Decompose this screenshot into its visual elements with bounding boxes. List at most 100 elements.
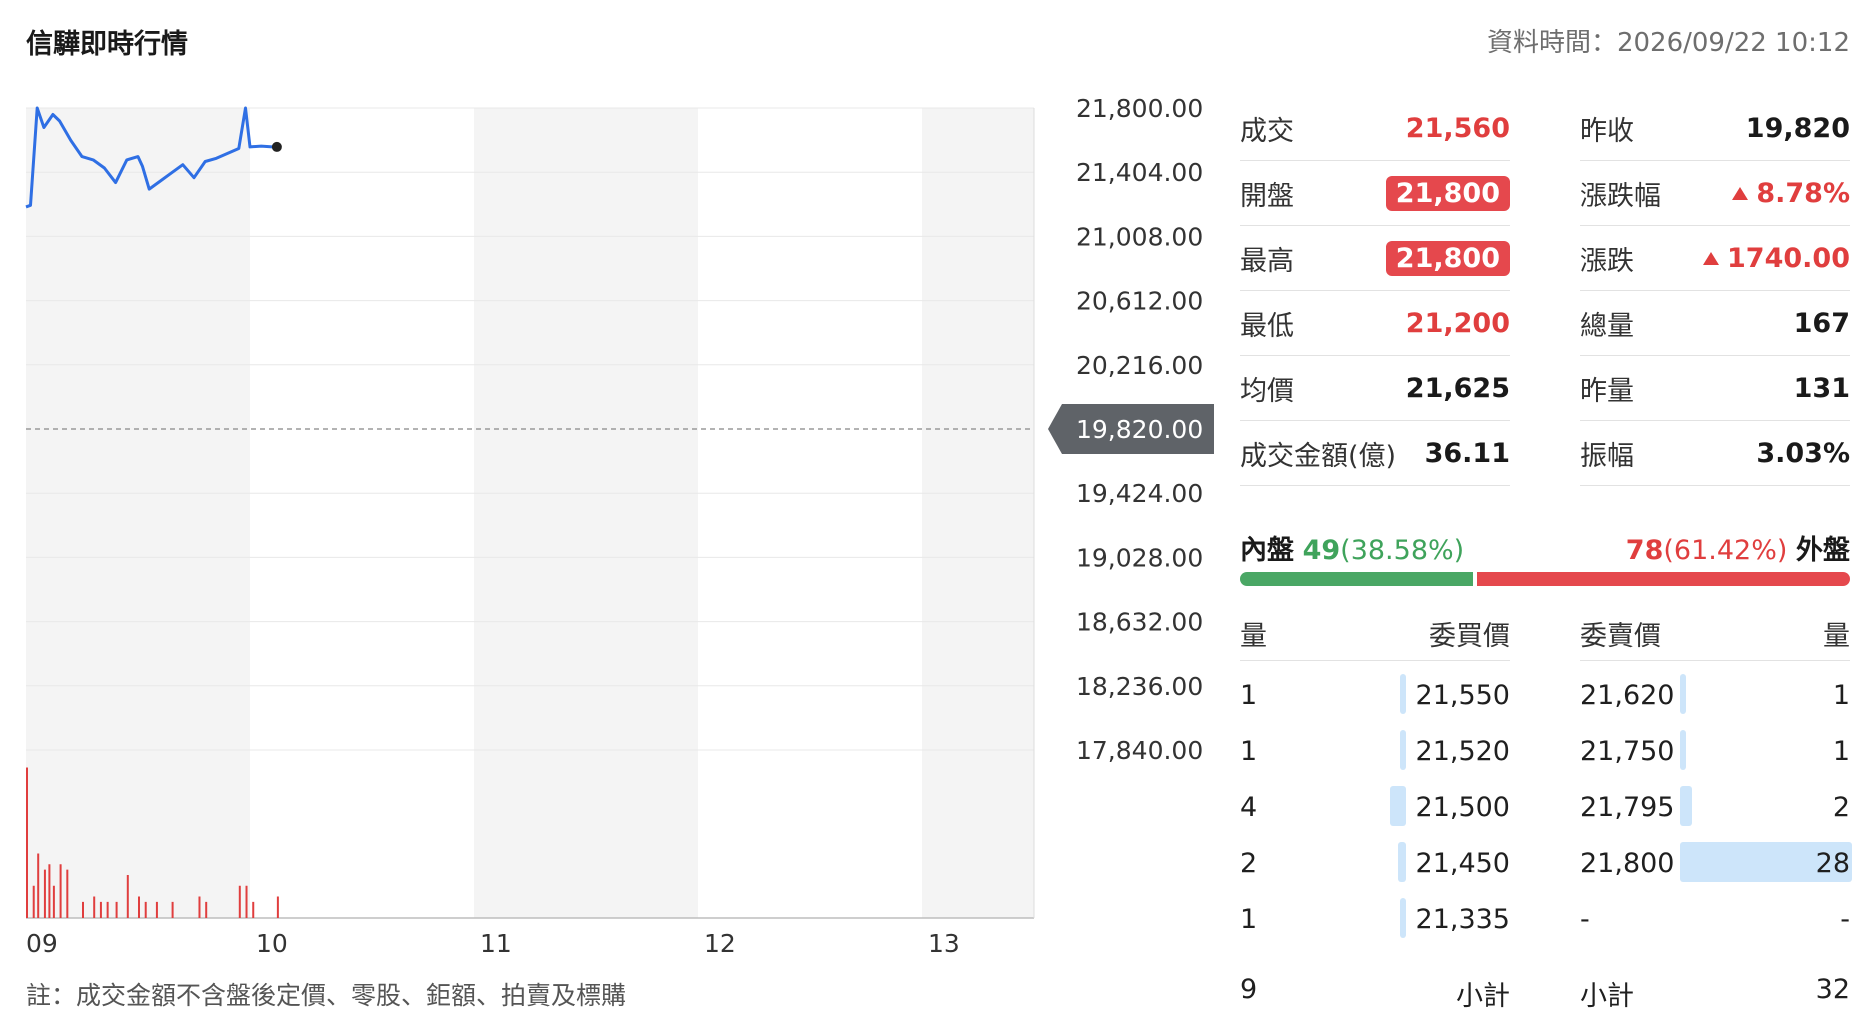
volume-bar <box>43 869 46 918</box>
volume-bar <box>205 901 208 918</box>
sell-qty: 2 <box>1832 792 1850 823</box>
up-triangle-icon <box>1732 186 1749 200</box>
outer-ratio-bar <box>1477 572 1850 586</box>
volume-bar <box>106 901 109 918</box>
quote-value-wrap: 19,820 <box>1746 113 1850 144</box>
y-tick-label: 20,216.00 <box>1076 351 1203 380</box>
quote-label: 漲跌幅 <box>1580 180 1661 212</box>
volume-bar <box>138 896 140 918</box>
inner-volume: 內盤 49(38.58%) <box>1240 528 1464 567</box>
x-tick-label: 11 <box>480 929 512 958</box>
buy-price: 21,500 <box>1415 792 1510 823</box>
buy-volume-bar <box>1390 786 1406 826</box>
sell-volume-bar <box>1680 674 1686 714</box>
outer-volume: 78(61.42%) 外盤 <box>1626 528 1850 567</box>
y-tick-label: 18,632.00 <box>1076 608 1203 637</box>
volume-bar <box>32 885 35 918</box>
quote-value-wrap: 21,625 <box>1406 373 1510 404</box>
volume-bar <box>66 869 69 918</box>
y-tick-label: 19,424.00 <box>1076 479 1203 508</box>
buy-volume-bar <box>1400 898 1406 938</box>
sell-volume-bar <box>1680 730 1686 770</box>
quote-label: 最低 <box>1240 310 1294 342</box>
sell-qty-header: 量 <box>1823 621 1850 652</box>
quote-value-wrap: 36.11 <box>1425 438 1510 469</box>
buy-price: 21,450 <box>1415 848 1510 879</box>
quote-row-left-2: 最高 21,800 <box>1240 226 1510 291</box>
data-timestamp: 資料時間：2026/09/22 10:12 <box>1486 28 1850 58</box>
volume-bar <box>26 767 28 918</box>
buy-qty: 4 <box>1240 792 1258 823</box>
y-tick-label: 21,008.00 <box>1076 222 1203 251</box>
buy-price: 21,335 <box>1415 904 1510 935</box>
quote-value-wrap: 21,800 <box>1385 175 1510 211</box>
quote-value-wrap: 8.78% <box>1732 178 1850 209</box>
buy-order-row: 2 21,450 <box>1240 834 1510 890</box>
sell-header: 委賣價 量 <box>1580 608 1850 661</box>
buy-order-row: 4 21,500 <box>1240 778 1510 834</box>
sell-qty: 1 <box>1832 736 1850 767</box>
volume-bar <box>238 885 241 918</box>
quote-value: 3.03% <box>1756 437 1850 469</box>
volume-bar <box>99 901 102 918</box>
y-tick-label: 19,028.00 <box>1076 543 1203 572</box>
quote-row-right-4: 昨量 131 <box>1580 356 1850 421</box>
volume-bar <box>48 864 51 918</box>
volume-bar <box>252 901 255 918</box>
quote-label: 漲跌 <box>1580 245 1634 277</box>
quote-row-left-5: 成交金額(億) 36.11 <box>1240 421 1510 486</box>
buy-subtotal-qty: 9 <box>1240 974 1258 1005</box>
hour-band <box>26 108 250 918</box>
intraday-chart: 21,800.00 21,404.00 21,008.00 20,612.00 20,2… <box>25 94 1214 958</box>
quote-value: 21,560 <box>1405 112 1510 144</box>
quote-label: 開盤 <box>1240 180 1294 212</box>
quote-row-left-3: 最低 21,200 <box>1240 291 1510 356</box>
sell-order-row: -- <box>1580 890 1850 946</box>
buy-qty-header: 量 <box>1240 621 1267 652</box>
quote-row-left-4: 均價 21,625 <box>1240 356 1510 421</box>
sell-subtotal-qty: 32 <box>1815 974 1850 1005</box>
up-triangle-icon <box>1703 251 1720 265</box>
x-tick-label: 09 <box>26 929 58 958</box>
quote-row-right-5: 振幅 3.03% <box>1580 421 1850 486</box>
quote-row-right-3: 總量 167 <box>1580 291 1850 356</box>
quote-value: 8.78% <box>1756 177 1850 209</box>
sell-order-row: 21,620 1 <box>1580 666 1850 722</box>
inner-label: 內盤 <box>1240 535 1294 566</box>
sell-order-row: 21,795 2 <box>1580 778 1850 834</box>
quote-row-left-0: 成交 21,560 <box>1240 96 1510 161</box>
quote-value: 131 <box>1793 372 1850 404</box>
x-tick-label: 10 <box>256 929 288 958</box>
quote-label: 均價 <box>1240 375 1294 407</box>
sell-qty: 28 <box>1815 848 1850 879</box>
quote-row-right-2: 漲跌 1740.00 <box>1580 226 1850 291</box>
footnote: 註：成交金額不含盤後定價、零股、鉅額、拍賣及標購 <box>26 981 627 1010</box>
y-tick-label: 17,840.00 <box>1076 736 1203 765</box>
sell-qty: - <box>1840 904 1850 935</box>
inner-pct: (38.58%) <box>1340 535 1465 566</box>
inner-ratio-bar <box>1240 572 1473 586</box>
buy-order-row: 1 21,520 <box>1240 722 1510 778</box>
inner-count: 49 <box>1302 535 1341 566</box>
buy-subtotal-label: 小計 <box>1456 981 1510 1012</box>
quote-label: 振幅 <box>1580 440 1634 472</box>
quote-label: 成交金額(億) <box>1240 440 1397 472</box>
volume-bar <box>198 896 201 918</box>
quote-label: 最高 <box>1240 245 1294 277</box>
quote-value: 1740.00 <box>1727 242 1850 274</box>
quote-label: 總量 <box>1580 310 1634 342</box>
volume-bar <box>276 896 279 918</box>
quote-value: 21,625 <box>1405 372 1510 404</box>
y-tick-label: 21,404.00 <box>1076 158 1203 187</box>
quote-value-wrap: 167 <box>1794 308 1850 339</box>
sell-price: 21,795 <box>1580 792 1675 823</box>
quote-row-right-0: 昨收 19,820 <box>1580 96 1850 161</box>
buy-volume-bar <box>1400 730 1406 770</box>
y-tick-label: 21,800.00 <box>1076 94 1203 123</box>
last-price-dot <box>271 141 282 152</box>
volume-bar <box>155 901 158 918</box>
buy-volume-bar <box>1398 842 1406 882</box>
y-tick-label: 20,612.00 <box>1076 287 1203 316</box>
buy-qty: 1 <box>1240 736 1258 767</box>
sell-price: - <box>1580 904 1590 935</box>
